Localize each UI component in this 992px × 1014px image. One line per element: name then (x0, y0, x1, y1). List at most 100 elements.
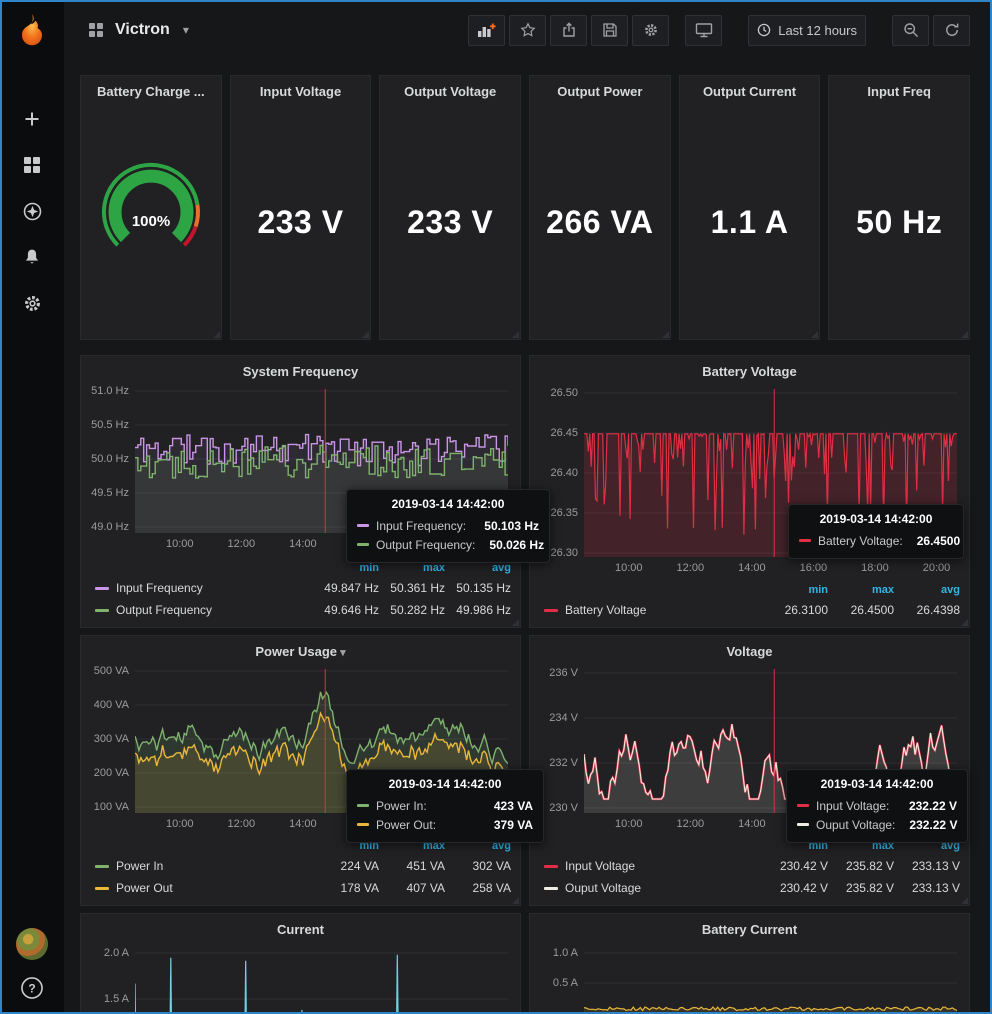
sidebar-item-explore[interactable] (0, 188, 64, 234)
refresh-button[interactable] (933, 15, 970, 46)
legend-col-header[interactable]: max (379, 562, 445, 574)
legend-col-header[interactable]: avg (894, 584, 960, 596)
legend-stat-value: 233.13 V (894, 859, 960, 873)
dashboard-settings-button[interactable] (632, 15, 669, 46)
legend-series[interactable]: Power Out178 VA407 VA258 VA (95, 877, 511, 899)
sidebar-item-create[interactable] (0, 96, 64, 142)
series-color-dash (544, 865, 558, 868)
y-axis-label: 49.5 Hz (83, 487, 129, 499)
legend-col-header[interactable]: max (828, 584, 894, 596)
stat-value: 266 VA (530, 204, 670, 241)
y-axis-label: 1.0 A (532, 947, 578, 959)
y-axis-label: 234 V (532, 712, 578, 724)
legend-col-header[interactable]: avg (445, 562, 511, 574)
x-axis-label: 16:00 (789, 562, 837, 574)
legend-series-name: Power Out (116, 881, 173, 895)
tooltip-series-label: Ouput Voltage: (816, 818, 895, 832)
user-avatar[interactable] (16, 928, 48, 960)
y-axis-label: 0.5 A (532, 977, 578, 989)
legend-stat-value: 230.42 V (762, 881, 828, 895)
legend-series[interactable]: Input Frequency49.847 Hz50.361 Hz50.135 … (95, 577, 511, 599)
tooltip-series-label: Input Voltage: (816, 799, 889, 813)
y-axis-label: 1.5 A (83, 993, 129, 1005)
chart-plot[interactable] (135, 947, 508, 1014)
tooltip-series-row: Ouput Voltage:232.22 V (797, 815, 957, 834)
time-range-button[interactable]: Last 12 hours (748, 15, 866, 46)
x-axis-label: 12:00 (666, 562, 714, 574)
panel-title[interactable]: Output Current (680, 84, 820, 99)
y-axis-label: 51.0 Hz (83, 385, 129, 397)
legend-series[interactable]: Input Voltage230.42 V235.82 V233.13 V (544, 855, 960, 877)
add-panel-button[interactable] (468, 15, 505, 46)
legend: minmaxavg Input Frequency49.847 Hz50.361 … (95, 559, 511, 621)
y-axis-label: 200 VA (83, 767, 129, 779)
panel-title[interactable]: Current (81, 922, 520, 937)
legend-series[interactable]: Output Frequency49.646 Hz50.282 Hz49.986… (95, 599, 511, 621)
panel-title[interactable]: Power Usage ▾ (81, 644, 520, 659)
series-line (135, 955, 508, 1014)
star-button[interactable] (509, 15, 546, 46)
legend-col-header[interactable]: min (313, 562, 379, 574)
x-axis-label: 14:00 (279, 538, 327, 550)
panel-title[interactable]: Voltage (530, 644, 969, 659)
x-axis-label: 20:00 (912, 562, 960, 574)
panel-title[interactable]: Input Freq (829, 84, 969, 99)
save-icon (602, 22, 618, 38)
sidebar-item-configuration[interactable] (0, 280, 64, 326)
series-color-dash (95, 865, 109, 868)
y-axis-label: 236 V (532, 667, 578, 679)
legend-series[interactable]: Ouput Voltage230.42 V235.82 V233.13 V (544, 877, 960, 899)
legend-stat-value: 26.3100 (762, 603, 828, 617)
sidebar-item-dashboards[interactable] (0, 142, 64, 188)
grafana-logo[interactable] (0, 0, 64, 62)
help-button[interactable]: ? (0, 976, 64, 1000)
gauge-band-orange (196, 205, 198, 227)
panel-title[interactable]: Output Power (530, 84, 670, 99)
dashboard-title: Victron (115, 21, 170, 39)
chart-plot[interactable] (584, 947, 957, 1014)
graphs-row-1: System Frequency51.0 Hz50.5 Hz50.0 Hz49.… (80, 355, 970, 628)
panel-title[interactable]: Battery Charge ... (81, 84, 221, 99)
panel-voltage: Voltage236 V234 V232 V230 V10:0012:0014:… (529, 635, 970, 906)
y-axis-label: 232 V (532, 757, 578, 769)
graphs-row-2: Power Usage ▾500 VA400 VA300 VA200 VA100… (80, 635, 970, 906)
tooltip-timestamp: 2019-03-14 14:42:00 (357, 497, 539, 511)
series-color-dash (797, 804, 809, 807)
save-button[interactable] (591, 15, 628, 46)
panel-title[interactable]: Battery Voltage (530, 364, 969, 379)
legend-series[interactable]: Battery Voltage26.310026.450026.4398 (544, 599, 960, 621)
x-axis-label: 12:00 (666, 818, 714, 830)
x-axis-label: 10:00 (605, 562, 653, 574)
legend-stat-value: 49.986 Hz (445, 603, 511, 617)
dashboard-title-picker[interactable]: Victron ▾ (88, 21, 189, 39)
tooltip-series-value: 50.026 Hz (475, 538, 544, 552)
tooltip-series-row: Power In:423 VA (357, 796, 533, 815)
panel-title[interactable]: System Frequency (81, 364, 520, 379)
y-axis-label: 400 VA (83, 699, 129, 711)
panel-title[interactable]: Battery Current (530, 922, 969, 937)
legend-stat-value: 50.135 Hz (445, 581, 511, 595)
legend-series-name: Power In (116, 859, 163, 873)
zoom-out-button[interactable] (892, 15, 929, 46)
series-color-dash (544, 609, 558, 612)
panel-battery-voltage: Battery Voltage26.5026.4526.4026.3526.30… (529, 355, 970, 628)
legend-col-header[interactable]: min (762, 584, 828, 596)
panel-input-freq: Input Freq 50 Hz (828, 75, 970, 340)
cycle-view-button[interactable] (685, 15, 722, 46)
legend: minmaxavg Battery Voltage26.310026.450026… (544, 581, 960, 621)
y-axis-label: 26.50 (532, 387, 578, 399)
legend-series-name: Ouput Voltage (565, 881, 641, 895)
tooltip-series-value: 423 VA (480, 799, 533, 813)
sidebar-item-alerting[interactable] (0, 234, 64, 280)
legend-series[interactable]: Power In224 VA451 VA302 VA (95, 855, 511, 877)
panel-title[interactable]: Input Voltage (231, 84, 371, 99)
panel-power-usage: Power Usage ▾500 VA400 VA300 VA200 VA100… (80, 635, 521, 906)
help-question-icon: ? (20, 976, 44, 1000)
share-button[interactable] (550, 15, 587, 46)
tooltip-series-value: 232.22 V (895, 818, 957, 832)
panel-title[interactable]: Output Voltage (380, 84, 520, 99)
navbar-actions: Last 12 hours (464, 15, 992, 46)
legend-stat-value: 49.847 Hz (313, 581, 379, 595)
x-axis-label: 18:00 (851, 562, 899, 574)
add-panel-icon (477, 22, 496, 38)
